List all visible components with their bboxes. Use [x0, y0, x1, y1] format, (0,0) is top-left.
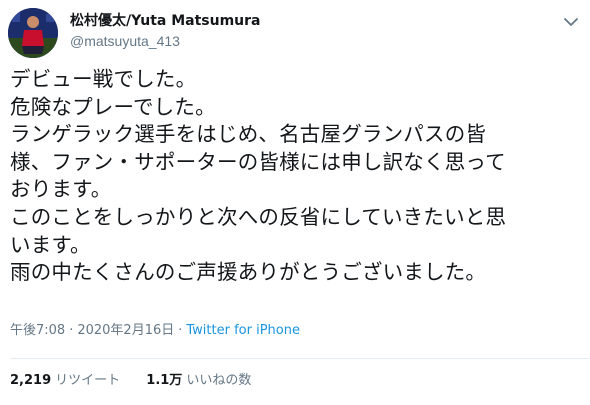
tweet-line: おります。: [10, 177, 112, 202]
tweet-metadata: 午後7:08 · 2020年2月16日 · Twitter for iPhone: [10, 322, 300, 340]
meta-separator: ·: [178, 323, 183, 338]
retweets-stat[interactable]: 2,219 リツイート: [10, 371, 120, 391]
tweet-date[interactable]: 2020年2月16日: [77, 323, 174, 338]
tweet-text: デビュー戦でした。 危険なプレーでした。 ランゲラック選手をはじめ、名古屋グラン…: [10, 66, 585, 287]
user-handle[interactable]: @matsuyuta_413: [70, 32, 261, 50]
tweet-line: 様、ファン・サポーターの皆様には申し訳なく思って: [10, 149, 506, 174]
tweet-line: 危険なプレーでした。: [10, 94, 216, 119]
avatar-image: [8, 8, 58, 58]
likes-label: いいねの数: [186, 373, 252, 388]
divider: [10, 358, 590, 359]
tweet-line: 雨の中たくさんのご声援ありがとうございました。: [10, 260, 487, 285]
likes-count: 1.1万: [146, 373, 183, 388]
tweet-card: 松村優太/Yuta Matsumura @matsuyuta_413 デビュー戦…: [0, 0, 590, 405]
avatar[interactable]: [8, 8, 58, 58]
display-name[interactable]: 松村優太/Yuta Matsumura: [70, 12, 261, 30]
chevron-down-icon[interactable]: [562, 14, 580, 28]
tweet-line: ランゲラック選手をはじめ、名古屋グランパスの皆: [10, 122, 487, 147]
tweet-source-link[interactable]: Twitter for iPhone: [186, 323, 300, 338]
tweet-time[interactable]: 午後7:08: [10, 323, 65, 338]
tweet-line: います。: [10, 232, 91, 257]
tweet-line: このことをしっかりと次への反省にしていきたいと思: [10, 204, 507, 229]
author-block: 松村優太/Yuta Matsumura @matsuyuta_413: [70, 12, 261, 50]
engagement-stats: 2,219 リツイート 1.1万 いいねの数: [10, 371, 273, 391]
retweets-label: リツイート: [55, 373, 121, 388]
likes-stat[interactable]: 1.1万 いいねの数: [146, 371, 251, 391]
retweets-count: 2,219: [10, 373, 52, 388]
tweet-line: デビュー戦でした。: [10, 67, 197, 91]
meta-separator: ·: [69, 323, 74, 338]
